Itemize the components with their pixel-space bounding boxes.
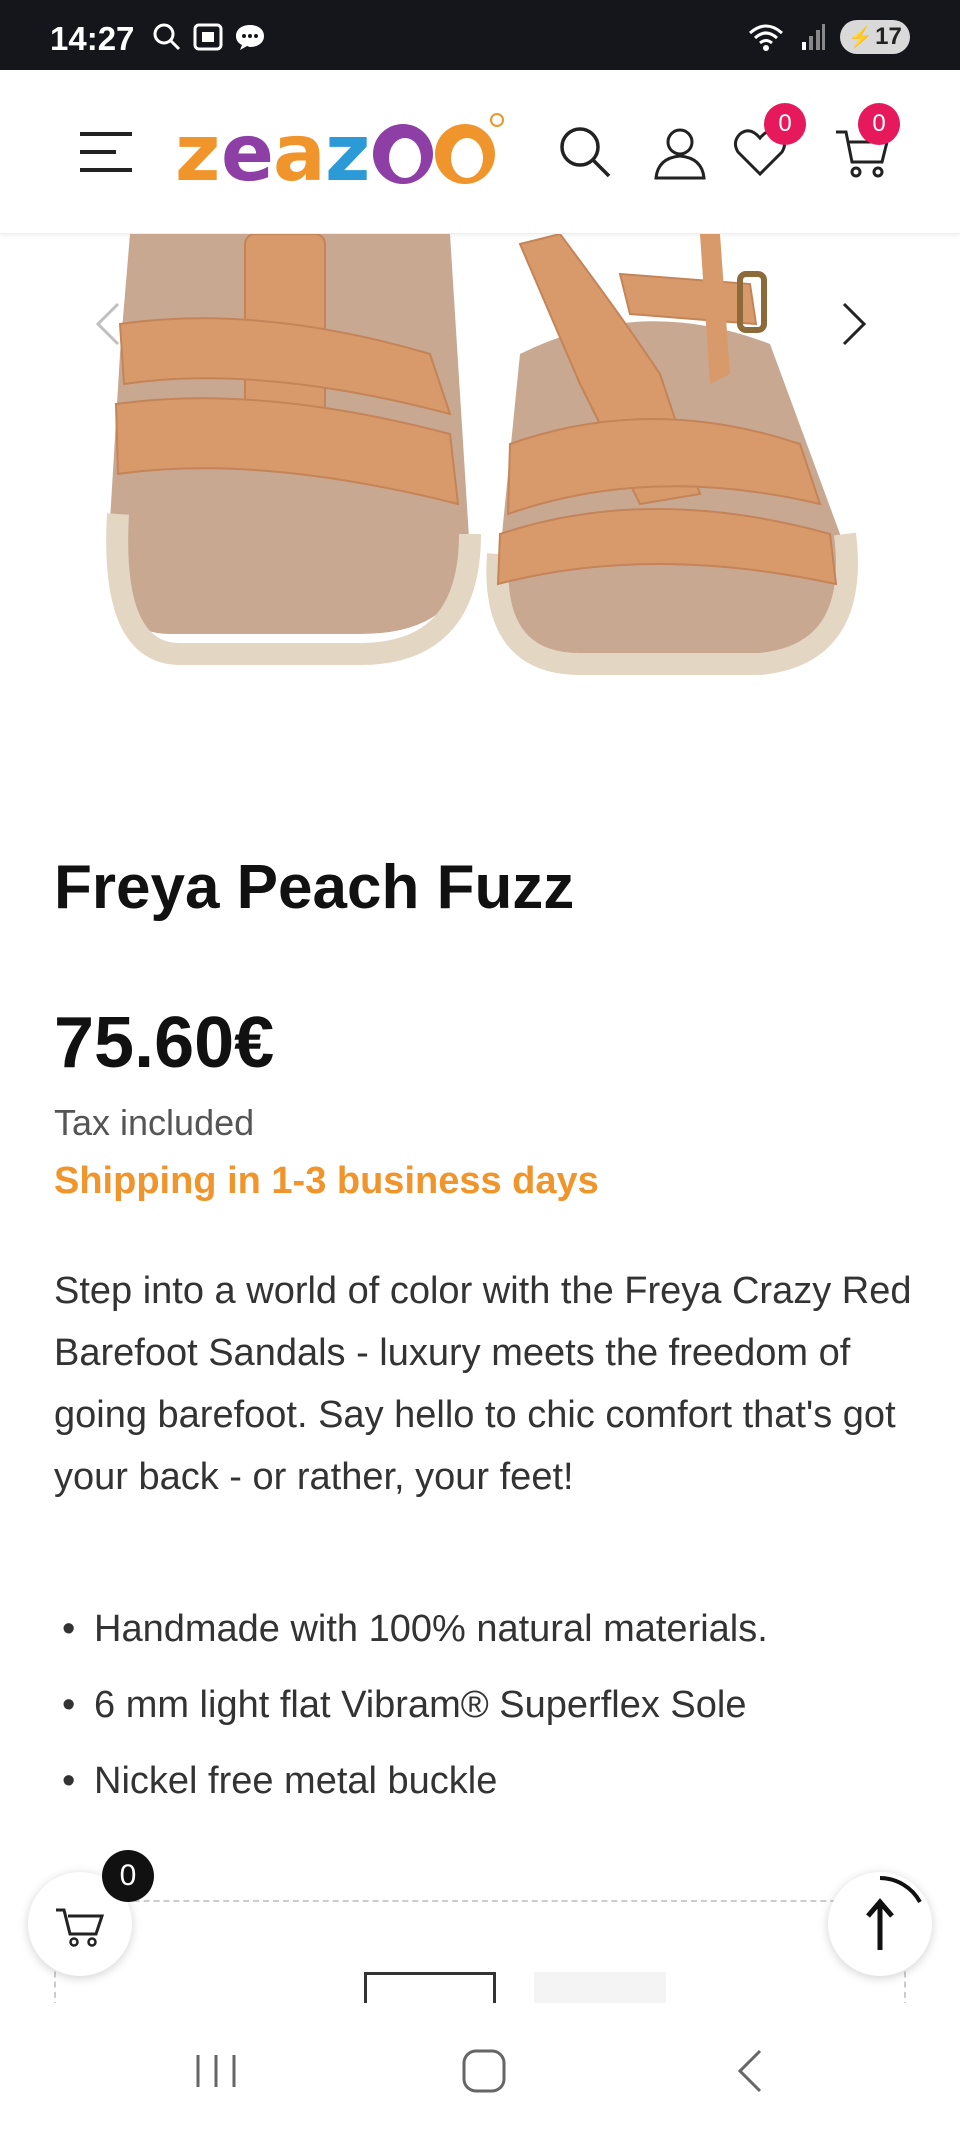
system-nav-bar	[0, 2003, 960, 2133]
bullet-icon: •	[62, 1760, 76, 1802]
signal-icon	[802, 24, 825, 50]
battery-bolt-icon: ⚡	[848, 26, 874, 49]
back-icon[interactable]	[712, 2041, 792, 2101]
svg-text:a: a	[273, 110, 326, 199]
status-time: 14:27	[50, 20, 135, 57]
tax-note: Tax included	[54, 1102, 255, 1143]
cart-count-badge: 0	[858, 103, 900, 145]
gallery-prev-arrow-icon[interactable]	[88, 294, 128, 354]
feature-text: 6 mm light flat Vibram® Superflex Sole	[94, 1684, 747, 1726]
chat-icon	[236, 25, 264, 50]
scroll-to-top-button[interactable]	[828, 1872, 932, 1976]
svg-text:z: z	[325, 110, 370, 199]
home-icon[interactable]	[444, 2041, 524, 2101]
zeazoo-logo[interactable]: z e a z	[175, 110, 535, 200]
product-image	[106, 234, 858, 675]
feature-text: Handmade with 100% natural materials.	[94, 1608, 768, 1650]
svg-text:e: e	[221, 110, 274, 199]
feature-text: Nickel free metal buckle	[94, 1760, 498, 1802]
battery-level: 17	[875, 23, 902, 50]
feature-item: • Handmade with 100% natural materials.	[62, 1608, 922, 1684]
feature-list: • Handmade with 100% natural materials. •…	[62, 1608, 922, 1836]
bullet-icon: •	[62, 1684, 76, 1726]
left-sandal-image	[106, 234, 481, 665]
wifi-icon	[749, 24, 783, 51]
feature-item: • 6 mm light flat Vibram® Superflex Sole	[62, 1684, 922, 1760]
status-icons-left	[152, 22, 266, 52]
svg-text:z: z	[175, 110, 220, 199]
site-header: z e a z 0 0	[0, 70, 960, 234]
arrow-up-icon	[866, 1876, 922, 1950]
wishlist-count-badge: 0	[764, 103, 806, 145]
bullet-icon: •	[62, 1608, 76, 1650]
product-price: 75.60€	[54, 1003, 275, 1083]
right-sandal-image	[486, 234, 858, 675]
menu-icon[interactable]	[78, 130, 134, 174]
recent-apps-icon[interactable]	[176, 2041, 256, 2101]
product-description: Step into a world of color with the Frey…	[54, 1270, 912, 1498]
status-icons-right: ⚡ 17	[746, 20, 910, 54]
shipping-info: Shipping in 1-3 business days	[54, 1160, 599, 1202]
battery-icon: ⚡ 17	[840, 20, 910, 54]
account-icon[interactable]	[650, 122, 710, 182]
feature-item: • Nickel free metal buckle	[62, 1760, 922, 1836]
product-gallery[interactable]	[0, 234, 960, 754]
product-title: Freya Peach Fuzz	[54, 853, 575, 922]
search-icon	[153, 23, 181, 51]
screenshot-icon	[193, 23, 223, 51]
status-bar: 14:27 ⚡ 17	[0, 0, 960, 70]
gallery-next-arrow-icon[interactable]	[834, 294, 874, 354]
floating-cart-count-badge: 0	[102, 1850, 154, 1902]
search-icon[interactable]	[555, 122, 615, 182]
